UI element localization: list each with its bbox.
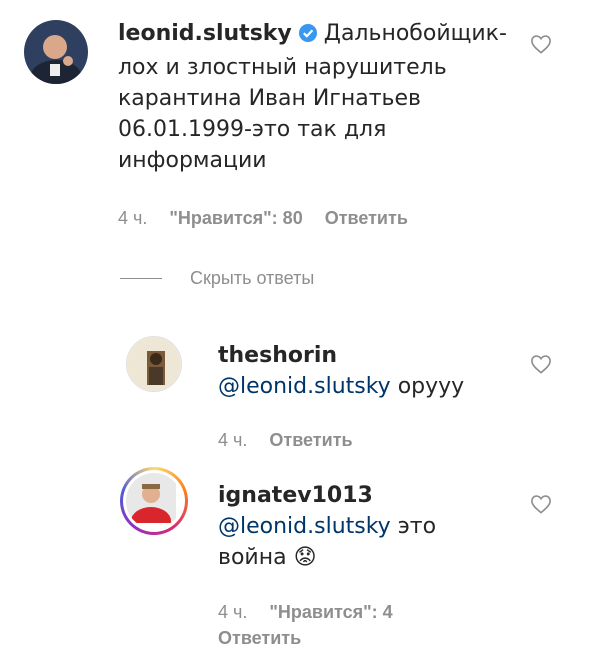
comment-username[interactable]: leonid.slutsky bbox=[118, 21, 292, 46]
profile-photo bbox=[126, 473, 176, 529]
profile-photo bbox=[127, 337, 181, 391]
reply-time: 4 ч. bbox=[218, 430, 248, 450]
like-heart-icon[interactable] bbox=[530, 34, 552, 58]
comment-body: leonid.slutsky Дальнобойщик- лох и злостн… bbox=[118, 18, 518, 176]
reply-likes[interactable]: "Нравится": 4 bbox=[269, 602, 392, 622]
reply-button[interactable]: Ответить bbox=[269, 430, 352, 450]
verified-badge-icon bbox=[298, 21, 318, 52]
reply-text-line-2: война 😟 bbox=[218, 545, 317, 570]
reply-meta-2: Ответить bbox=[218, 628, 323, 649]
comment-meta: 4 ч. "Нравится": 80 Ответить bbox=[118, 208, 430, 229]
reply-username[interactable]: theshorin bbox=[218, 343, 337, 368]
comment-time: 4 ч. bbox=[118, 208, 148, 228]
avatar-leonid-slutsky[interactable] bbox=[24, 20, 88, 84]
comment-text-line-2: лох и злостный нарушитель bbox=[118, 55, 447, 80]
comment-likes[interactable]: "Нравится": 80 bbox=[169, 208, 302, 228]
mention-link[interactable]: @leonid.slutsky bbox=[218, 374, 391, 399]
reply-time: 4 ч. bbox=[218, 602, 248, 622]
comment-text-line-3: карантина Иван Игнатьев bbox=[118, 86, 422, 111]
reply-button[interactable]: Ответить bbox=[218, 628, 301, 648]
profile-photo bbox=[24, 20, 88, 84]
avatar-theshorin[interactable] bbox=[126, 336, 182, 392]
reply-meta: 4 ч. "Нравится": 4 bbox=[218, 602, 415, 623]
reply-username[interactable]: ignatev1013 bbox=[218, 483, 373, 508]
reply-body: ignatev1013 @leonid.slutsky это война 😟 bbox=[218, 480, 518, 573]
comment-text-line-5: информации bbox=[118, 148, 267, 173]
avatar-ignatev1013[interactable] bbox=[120, 467, 188, 535]
reply-button[interactable]: Ответить bbox=[325, 208, 408, 228]
reply-text: это bbox=[390, 514, 437, 539]
reply-text: оруyy bbox=[390, 374, 465, 399]
reply-body: theshorin @leonid.slutsky оруyy bbox=[218, 340, 518, 402]
comment-text-line-1: Дальнобойщик- bbox=[323, 21, 507, 46]
like-heart-icon[interactable] bbox=[530, 494, 552, 518]
hide-replies-button[interactable]: Скрыть ответы bbox=[190, 268, 314, 289]
comment-text-line-4: 06.01.1999-это так для bbox=[118, 117, 387, 142]
hide-replies-row[interactable]: Скрыть ответы bbox=[120, 268, 314, 289]
divider bbox=[120, 278, 162, 279]
like-heart-icon[interactable] bbox=[530, 354, 552, 378]
mention-link[interactable]: @leonid.slutsky bbox=[218, 514, 391, 539]
reply-meta: 4 ч. Ответить bbox=[218, 430, 375, 451]
